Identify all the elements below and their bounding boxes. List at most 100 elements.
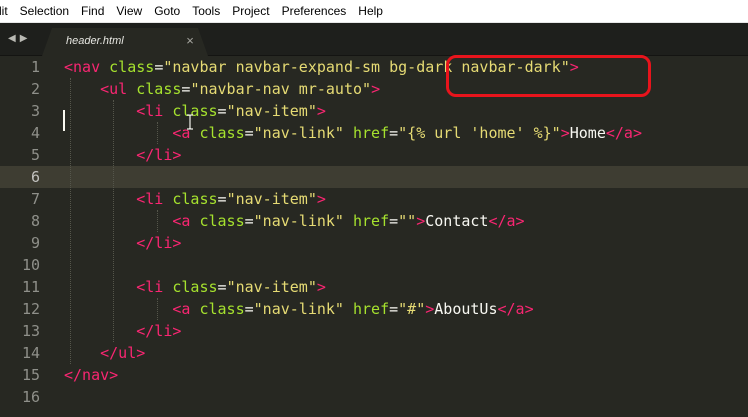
code-text: </li> (64, 232, 181, 254)
code-editor[interactable]: 16 15 </nav> 14 </ul> 13 </li> 12 <a class="n… (0, 56, 748, 417)
code-token: "#" (398, 300, 426, 318)
code-line[interactable]: 15 </nav> (0, 364, 748, 386)
code-text: <li class="nav-item"> (64, 188, 326, 210)
code-token: <li (136, 278, 164, 296)
menu-bar: lit Selection Find View Goto Tools Project Pref… (0, 0, 748, 23)
code-token: "" (398, 212, 417, 230)
code-token: = (244, 212, 254, 230)
code-token: = (389, 300, 399, 318)
text-caret (63, 110, 65, 131)
line-number: 1 (30, 58, 40, 76)
indent-guide (70, 78, 71, 364)
indent-guide (113, 100, 114, 342)
code-token: <nav (64, 58, 101, 76)
code-token: <ul (100, 80, 128, 98)
code-token: <a (172, 300, 191, 318)
code-token: > (316, 278, 326, 296)
code-token: > (316, 190, 326, 208)
code-token: <li (136, 102, 164, 120)
code-token: "nav-item" (226, 190, 317, 208)
code-token: </a> (605, 124, 642, 142)
code-token: "nav-item" (226, 278, 317, 296)
code-text: </nav> (64, 364, 118, 386)
code-token: = (244, 124, 254, 142)
code-line[interactable]: 14 </ul> (0, 342, 748, 364)
line-number: 11 (21, 278, 40, 296)
code-line[interactable]: 16 (0, 386, 748, 408)
indent-guide (157, 122, 158, 144)
code-token: class (199, 300, 245, 318)
line-number: 14 (21, 344, 40, 362)
code-token: = (217, 102, 227, 120)
code-token: Contact (425, 212, 489, 230)
menu-item-project[interactable]: Project (226, 0, 275, 23)
code-token: </li> (136, 146, 182, 164)
code-text: </li> (64, 320, 181, 342)
line-number: 8 (30, 212, 40, 230)
code-token: "nav-link" (253, 300, 344, 318)
code-token: "navbar-nav mr-auto" (190, 80, 372, 98)
code-token: Home (569, 124, 606, 142)
code-token: "{% url 'home' %}" (398, 124, 561, 142)
tab-next-icon[interactable]: ▶ (20, 31, 28, 47)
code-text: <li class="nav-item"> (64, 276, 326, 298)
tab-header-html[interactable]: header.html × (42, 28, 208, 56)
code-text: <ul class="navbar-nav mr-auto"> (64, 78, 380, 100)
code-token: > (560, 124, 570, 142)
code-token: = (389, 212, 399, 230)
menu-item-tools[interactable]: Tools (186, 0, 226, 23)
code-token: class (136, 80, 182, 98)
line-number: 6 (30, 168, 40, 186)
code-token: </li> (136, 322, 182, 340)
code-token: > (416, 212, 426, 230)
indent-guide (157, 210, 158, 232)
code-token: "nav-link" (253, 212, 344, 230)
code-token: "nav-item" (226, 102, 317, 120)
menu-item-goto[interactable]: Goto (148, 0, 186, 23)
code-token: > (425, 300, 435, 318)
code-token: class (199, 124, 245, 142)
code-token: </a> (488, 212, 525, 230)
code-token: href (353, 300, 390, 318)
line-number: 2 (30, 80, 40, 98)
tab-prev-icon[interactable]: ◀ (8, 31, 16, 47)
code-token: = (244, 300, 254, 318)
menu-item-selection[interactable]: Selection (14, 0, 75, 23)
code-token: = (389, 124, 399, 142)
code-token: class (199, 212, 245, 230)
line-number: 5 (30, 146, 40, 164)
code-token: "nav-link" (253, 124, 344, 142)
line-number: 7 (30, 190, 40, 208)
code-text: <a class="nav-link" href="{% url 'home' … (64, 122, 642, 144)
line-number: 10 (21, 256, 40, 274)
menu-item-preferences[interactable]: Preferences (276, 0, 353, 23)
code-token: = (217, 190, 227, 208)
line-number: 13 (21, 322, 40, 340)
menu-item-lit[interactable]: lit (0, 0, 14, 23)
menu-item-view[interactable]: View (110, 0, 148, 23)
tab-bar: ◀ ▶ header.html × (0, 23, 748, 56)
code-token: href (353, 212, 390, 230)
code-token: = (154, 58, 164, 76)
line-number: 12 (21, 300, 40, 318)
tab-title: header.html (66, 35, 124, 47)
line-number: 16 (21, 388, 40, 406)
close-icon[interactable]: × (182, 32, 198, 50)
code-token: class (172, 278, 218, 296)
menu-item-help[interactable]: Help (352, 0, 389, 23)
line-number: 9 (30, 234, 40, 252)
code-token: href (353, 124, 390, 142)
indent-guide (157, 298, 158, 320)
menu-item-find[interactable]: Find (75, 0, 110, 23)
line-number: 15 (21, 366, 40, 384)
code-token: <a (172, 212, 191, 230)
